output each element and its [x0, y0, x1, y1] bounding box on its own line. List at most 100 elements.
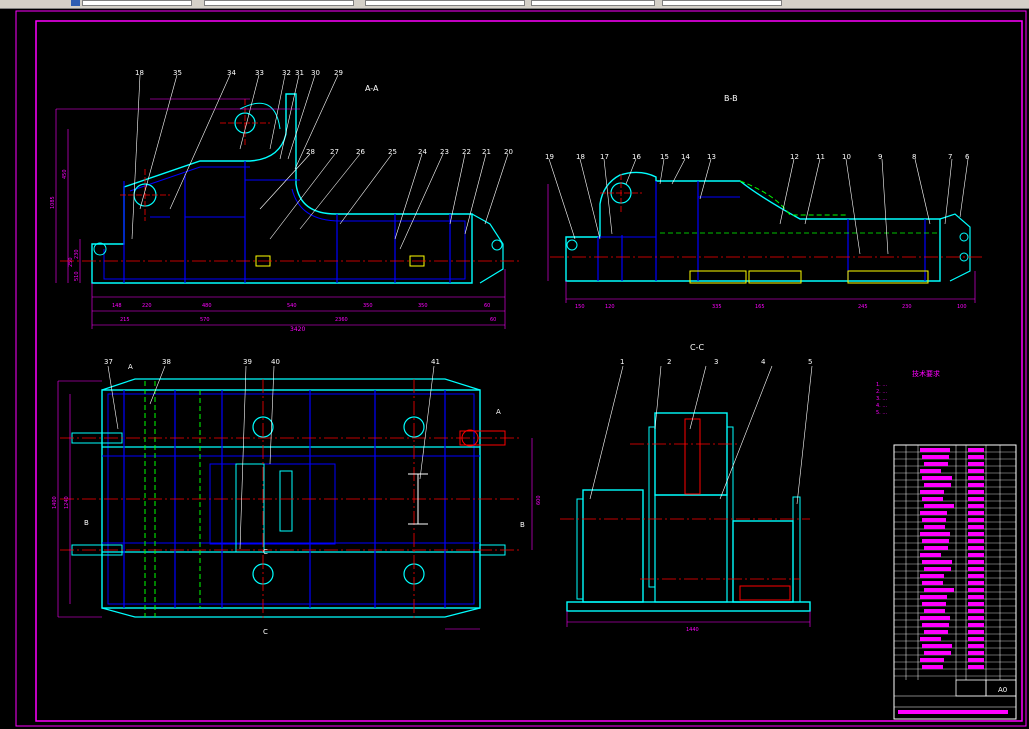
title-entry [968, 581, 984, 585]
balloon-15: 15 [660, 153, 669, 161]
balloon-19: 19 [545, 153, 554, 161]
title-entry [920, 469, 941, 473]
balloon-1: 1 [620, 358, 624, 366]
title-entry [968, 567, 984, 571]
dim-aa-chain: 220 [142, 303, 152, 309]
dim-bb-chain: 230 [902, 304, 912, 310]
title-entry [968, 637, 984, 641]
balloon-27: 27 [330, 148, 339, 156]
balloon-37: 37 [104, 358, 113, 366]
view-aa-label: A-A [365, 84, 379, 93]
title-entry [968, 644, 984, 648]
title-entry [924, 483, 951, 487]
view-cc: C-C [560, 343, 813, 612]
title-entry [920, 511, 947, 515]
balloon-23: 23 [440, 148, 449, 156]
title-entry [968, 532, 984, 536]
dim-plan-right: 600 [536, 495, 542, 505]
color-dropdown[interactable] [204, 0, 354, 6]
balloon-22: 22 [462, 148, 471, 156]
note-line: 3. ... [876, 396, 888, 402]
dim-aa-chain: 480 [202, 303, 212, 309]
dimension-texts: 3420148 220 480 540 350 350 60215 570 2360 601085… [50, 169, 967, 633]
dim-aa-lower: 215 [120, 317, 130, 323]
dim-plan-left: 1240 [64, 496, 70, 509]
title-entry [968, 574, 984, 578]
title-entry [922, 539, 949, 543]
view-cc-label: C-C [690, 343, 704, 352]
dim-aa-left: 510 [74, 271, 80, 281]
drawing-canvas[interactable]: A-A B-B C-C 18 35 34 33 32 31 30 2928 27… [0, 9, 1029, 729]
note-line: 5. ... [876, 410, 888, 416]
balloon-35: 35 [173, 69, 182, 77]
title-entry [968, 539, 984, 543]
balloon-18: 18 [135, 69, 144, 77]
title-caption [898, 710, 1008, 714]
view-bb-label: B-B [724, 94, 738, 103]
balloon-30: 30 [311, 69, 320, 77]
section-mark-b2: B [520, 521, 525, 529]
title-entry [924, 588, 954, 592]
title-entry [968, 609, 984, 613]
title-entry [922, 581, 943, 585]
balloon-14: 14 [681, 153, 690, 161]
dim-bb-chain: 335 [712, 304, 722, 310]
view-bb: B-B [548, 94, 985, 284]
title-entry [968, 511, 984, 515]
layer-icon[interactable] [71, 0, 80, 6]
title-entry [922, 665, 943, 669]
title-entry [922, 644, 952, 648]
balloon-41: 41 [431, 358, 440, 366]
title-entry [922, 476, 952, 480]
dim-cc-width: 1440 [686, 627, 699, 633]
section-mark-a2: A [496, 408, 501, 416]
title-entry [920, 595, 947, 599]
dim-aa-left: 230 [74, 249, 80, 259]
title-entry [968, 616, 984, 620]
balloon-32: 32 [282, 69, 291, 77]
dim-bb-chain: 245 [858, 304, 868, 310]
title-entry [924, 525, 945, 529]
title-entry [920, 532, 950, 536]
sheet-size: A0 [998, 686, 1007, 694]
dim-aa-left: 1085 [50, 196, 56, 209]
plotstyle-dropdown[interactable] [662, 0, 782, 6]
balloon-17: 17 [600, 153, 609, 161]
title-entry [968, 504, 984, 508]
cc-dimensions [566, 611, 811, 627]
title-entry [920, 616, 950, 620]
dim-bb-chain: 120 [605, 304, 615, 310]
title-entry [968, 448, 984, 452]
balloon-2: 2 [667, 358, 671, 366]
toolbar [0, 0, 1029, 9]
title-entry [968, 469, 984, 473]
balloon-40: 40 [271, 358, 280, 366]
linetype-dropdown[interactable] [365, 0, 525, 6]
balloon-4: 4 [761, 358, 766, 366]
title-entry [922, 497, 943, 501]
title-block: A0 [893, 444, 1017, 720]
title-entry [920, 448, 950, 452]
title-entry [968, 651, 984, 655]
dim-aa-chain: 350 [418, 303, 428, 309]
title-entry [968, 595, 984, 599]
title-entry [968, 476, 984, 480]
balloon-6: 6 [965, 153, 970, 161]
title-entry [924, 567, 951, 571]
title-entry [920, 574, 944, 578]
balloon-11: 11 [816, 153, 825, 161]
balloon-21: 21 [482, 148, 491, 156]
layer-dropdown[interactable] [82, 0, 192, 6]
dim-aa-chain: 350 [363, 303, 373, 309]
lineweight-dropdown[interactable] [531, 0, 655, 6]
outer-frame [15, 10, 1027, 727]
title-entry [968, 462, 984, 466]
balloon-16: 16 [632, 153, 641, 161]
balloon-29: 29 [334, 69, 343, 77]
plan-view [60, 365, 520, 619]
title-entry [968, 525, 984, 529]
title-entry [968, 553, 984, 557]
notes-title: 技术要求 [912, 369, 940, 378]
title-entry [920, 490, 944, 494]
note-line: 1. ... [876, 382, 888, 388]
